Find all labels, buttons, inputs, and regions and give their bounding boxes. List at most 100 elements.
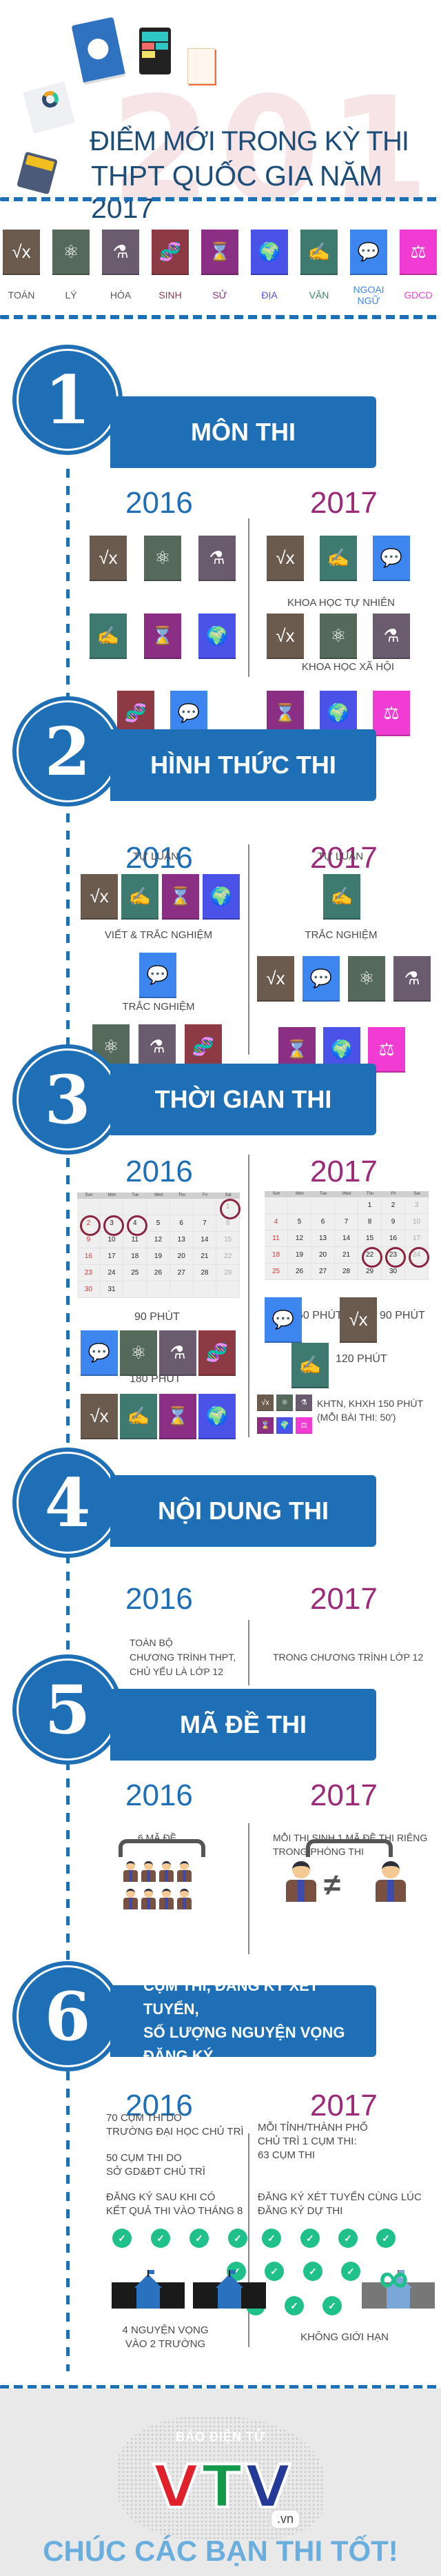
subject-tile-toan: √x — [257, 956, 294, 1002]
student-icon — [175, 1861, 194, 1886]
student-icon — [121, 1861, 140, 1886]
calendar-day: 26 — [288, 1264, 311, 1280]
calendar-day-exam: 1 — [216, 1198, 240, 1219]
weekday-label: Fri — [391, 1192, 396, 1196]
year-2017: 2017 — [310, 1778, 378, 1812]
check-badge-icon: ✓ — [285, 2296, 304, 2315]
subject-tile-ngoaingu: 💬 — [350, 230, 387, 275]
calendar-day: 6 — [311, 1214, 335, 1230]
subject-tile-ly: ⚛ — [276, 1395, 293, 1411]
scales-icon: ⚖ — [410, 241, 427, 262]
calculator-icon — [17, 151, 58, 195]
column-divider — [248, 2133, 249, 2347]
atom-icon: ⚛ — [281, 1399, 288, 1407]
register-2016-line2: KẾT QUẢ THI VÀO THÁNG 8 — [106, 2205, 243, 2217]
calendar-weekday-header: Sun Mon Tue Wed Thu Fri Sat — [265, 1191, 429, 1197]
calendar-day: 12 — [147, 1232, 170, 1248]
section-title: CỤM THI, ĐĂNG KÝ XÉT TUYỂN, SỐ LƯỢNG NGU… — [110, 1977, 376, 2065]
subject-tile-ngoaingu: 💬 — [139, 953, 176, 998]
calendar-day: 19 — [147, 1248, 170, 1265]
subject-tile-ly: ⚛ — [348, 956, 385, 1002]
wishes-2017: KHÔNG GIỚI HẠN — [300, 2331, 389, 2343]
hourglass-icon: ⌛ — [151, 625, 174, 646]
school-building-icon — [193, 2270, 266, 2311]
subject-tile-su: ⌛ — [159, 1394, 196, 1439]
globe-icon: 🌍 — [330, 1038, 353, 1059]
subject-label-ngoaingu: NGOẠI NGỮ — [353, 284, 384, 306]
check-badge-icon: ✓ — [341, 2262, 360, 2281]
subject-tile-ngoaingu: 💬 — [81, 1330, 118, 1376]
cluster-2017-line3: 63 CỤM THI — [258, 2149, 316, 2161]
subject-tile-toan: √x — [81, 874, 118, 920]
content-2016-line2: CHƯƠNG TRÌNH THPT, — [130, 1652, 236, 1663]
hourglass-icon: ⌛ — [274, 702, 297, 723]
calendar-day — [405, 1264, 429, 1280]
check-badge-icon: ✓ — [228, 2229, 247, 2248]
cluster-2017-line2: CHỦ TRÌ 1 CỤM THI: — [258, 2136, 357, 2147]
cluster-dept-line2: SỞ GD&ĐT CHỦ TRÌ — [106, 2166, 205, 2178]
calendar-day: 1 — [358, 1197, 382, 1214]
subject-tile-hoa: ⚗ — [198, 536, 236, 581]
calendar-day: 11 — [265, 1230, 288, 1247]
content-2016-line3: CHỦ YẾU LÀ LỚP 12 — [130, 1666, 223, 1677]
section-number-badge: 6 — [12, 1961, 123, 2071]
column-divider — [248, 1823, 249, 1954]
check-badge-icon: ✓ — [322, 2296, 342, 2315]
atom-icon: ⚛ — [358, 967, 375, 988]
logo-letter-v: V — [243, 2453, 292, 2522]
calendar-day — [147, 1281, 170, 1298]
subject-tile-sinh: 🧬 — [152, 230, 189, 275]
calendar-day: 7 — [335, 1214, 358, 1230]
hourglass-icon: ⌛ — [260, 1421, 270, 1430]
brace-icon — [306, 1839, 393, 1857]
calendar-day: 8 — [358, 1214, 382, 1230]
subject-tile-ngoaingu: 💬 — [265, 1297, 302, 1343]
calendar-day — [147, 1199, 170, 1215]
subject-label-hoa: HÓA — [110, 290, 132, 301]
subject-tile-gdcd: ⚖ — [373, 691, 410, 736]
check-badge-icon: ✓ — [262, 2229, 281, 2248]
infinity-icon: ∞ — [379, 2255, 409, 2301]
group-label-social-sciences: KHOA HỌC XÃ HỘI — [301, 661, 395, 673]
section-title: HÌNH THỨC THI — [110, 729, 376, 801]
school-building-icon — [112, 2270, 185, 2311]
logo-letter-v: V — [152, 2453, 201, 2522]
calendar-day: 18 — [265, 1247, 288, 1264]
cluster-university-line2: TRƯỜNG ĐẠI HỌC CHỦ TRÌ — [106, 2126, 244, 2138]
cluster-dept-line1: 50 CỤM THI DO — [106, 2152, 182, 2164]
subject-tile-hoa: ⚗ — [296, 1395, 312, 1411]
check-badge-icon: ✓ — [338, 2229, 358, 2248]
sqrt-x-icon: √x — [261, 1398, 269, 1407]
flask-icon: ⚗ — [300, 1399, 307, 1407]
label-essay-2017: TỰ LUẬN — [317, 851, 364, 862]
subject-tile-van: ✍ — [291, 1343, 329, 1388]
year-2016: 2016 — [125, 486, 193, 520]
page-title-line2: THPT QUỐC GIA NĂM 2017 — [91, 160, 382, 224]
calendar-day — [193, 1199, 217, 1215]
calendar-day-exam: 22 — [358, 1246, 382, 1268]
section-title: MÃ ĐỀ THI — [110, 1689, 376, 1761]
column-divider — [248, 1620, 249, 1685]
section-title: NỘI DUNG THI — [110, 1475, 376, 1547]
calendar-day: 25 — [265, 1264, 288, 1280]
calendar-weekday-header: Sun Mon Tue Wed Thu Fri Sat — [77, 1193, 240, 1199]
flask-icon: ⚗ — [404, 967, 420, 988]
scales-icon: ⚖ — [383, 702, 400, 723]
calendar-day-exam: 2 — [77, 1215, 101, 1236]
calendar-day: 24 — [100, 1265, 124, 1281]
atom-icon: ⚛ — [130, 1341, 147, 1363]
section-number-badge: 5 — [12, 1654, 123, 1765]
calendar-day — [335, 1197, 358, 1214]
book-quill-icon: ✍ — [307, 241, 331, 262]
atom-icon: ⚛ — [103, 1035, 119, 1057]
subject-tile-ngoaingu: 💬 — [373, 536, 410, 581]
calendar-day: 15 — [216, 1232, 240, 1248]
calendar-day: 20 — [311, 1247, 335, 1264]
calendar-day — [311, 1197, 335, 1214]
weekday-label: Fri — [202, 1193, 207, 1197]
calendar-day: 15 — [358, 1230, 382, 1247]
subject-tile-dia: 🌍 — [198, 613, 236, 659]
section-title-line1: CỤM THI, ĐĂNG KÝ XÉT TUYỂN, — [143, 1977, 319, 2018]
combined-duration-line1: KHTN, KHXH 150 PHÚT — [317, 1398, 424, 1409]
subject-tile-van: ✍ — [90, 613, 127, 659]
